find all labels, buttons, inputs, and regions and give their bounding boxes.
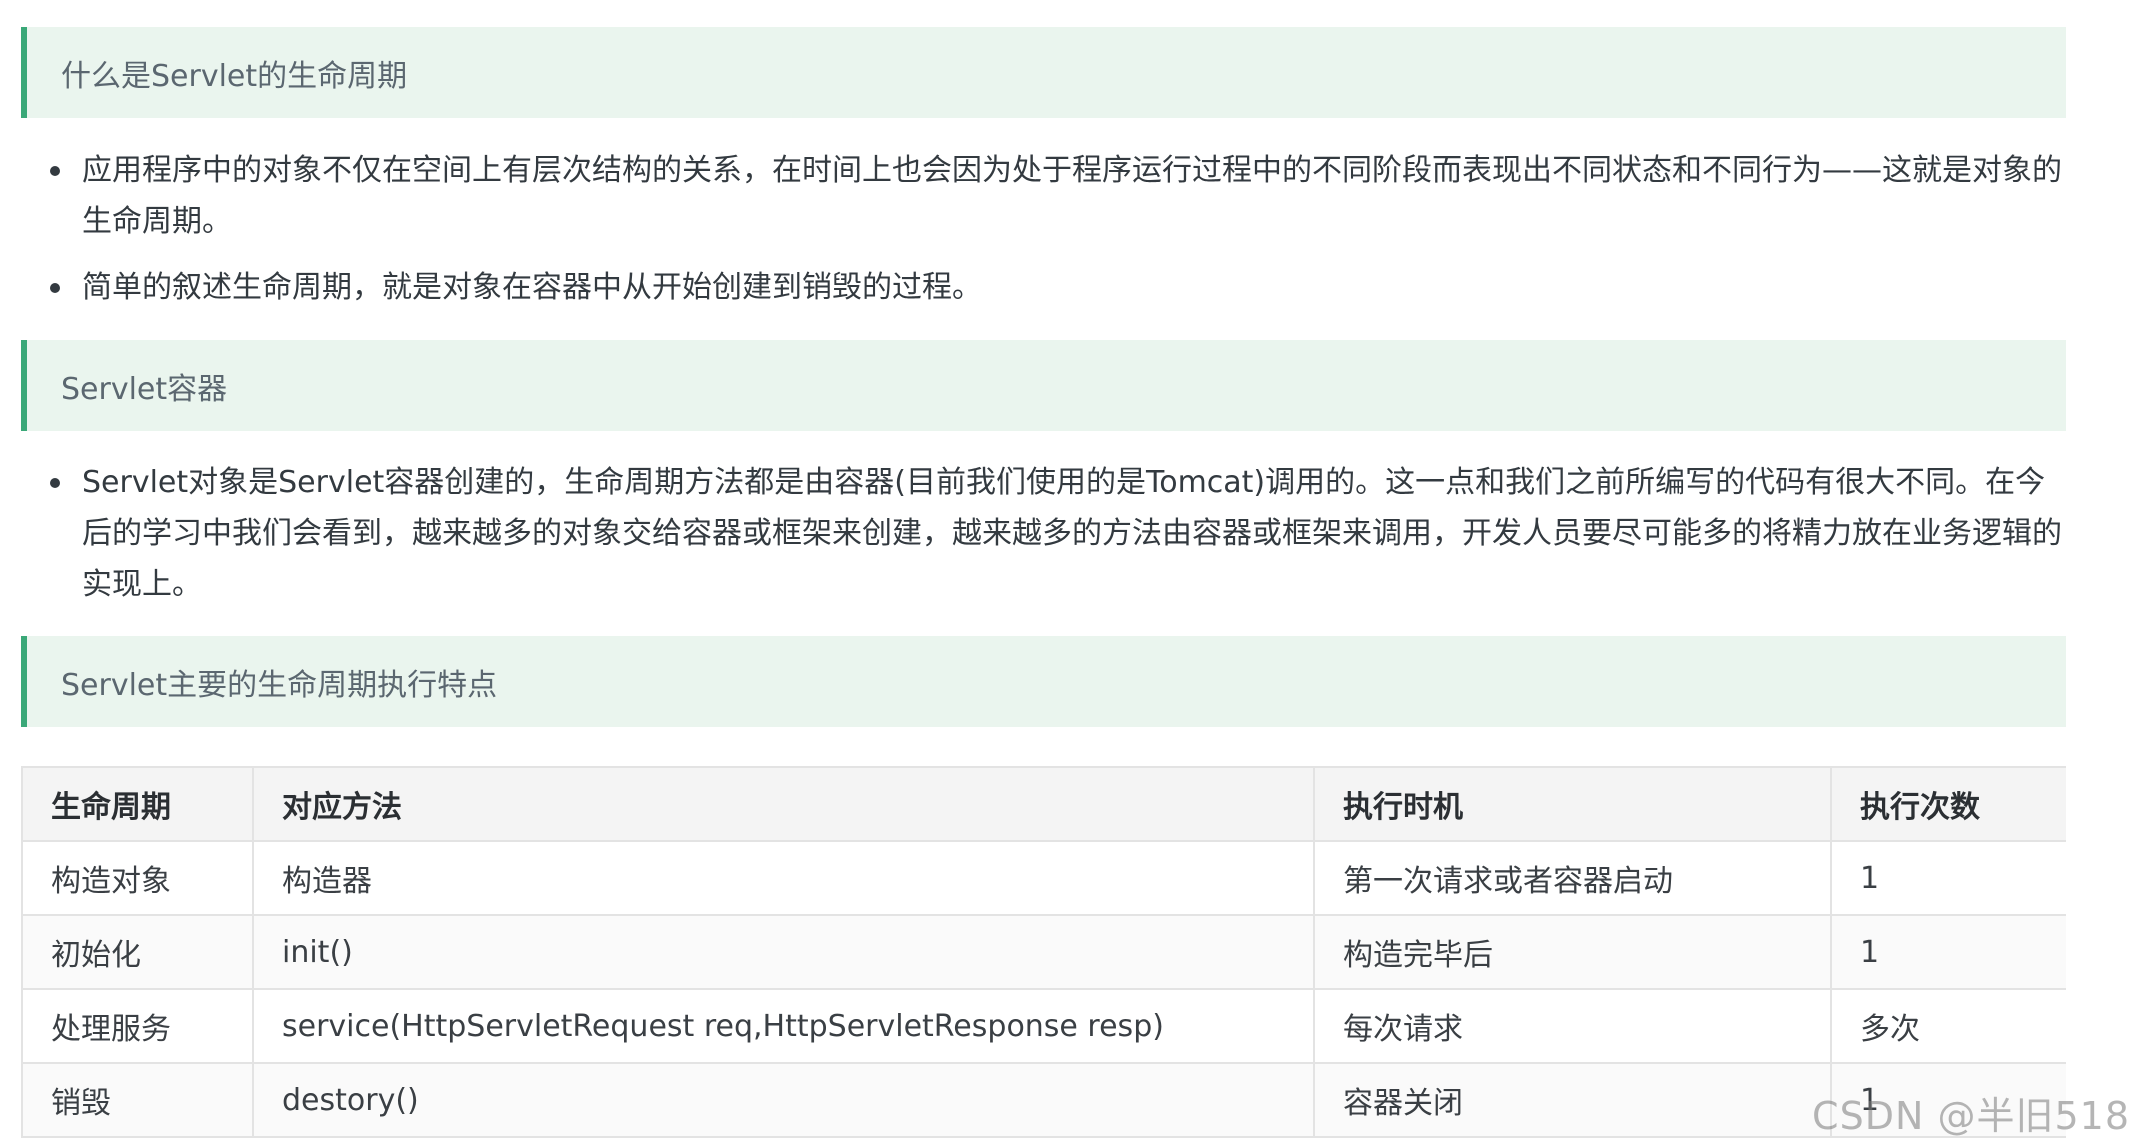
table-cell: 构造器 — [252, 840, 1315, 916]
column-header-count: 执行次数 — [1830, 766, 2066, 842]
bullet-list-lifecycle: 应用程序中的对象不仅在空间上有层次结构的关系，在时间上也会因为处于程序运行过程中… — [48, 145, 2068, 313]
watermark: CSDN @半旧518 — [1812, 1094, 2130, 1138]
list-item: Servlet对象是Servlet容器创建的，生命周期方法都是由容器(目前我们使… — [48, 457, 2068, 610]
section-heading-container: Servlet容器 — [21, 340, 2066, 431]
section-heading-text: Servlet主要的生命周期执行特点 — [61, 667, 498, 703]
table-row: 初始化 init() 构造完毕后 1 — [21, 914, 2066, 990]
table-cell: 1 — [1830, 840, 2066, 916]
table-cell: 1 — [1830, 914, 2066, 990]
lifecycle-table: 生命周期 对应方法 执行时机 执行次数 构造对象 构造器 第一次请求或者容器启动… — [21, 766, 2066, 1138]
table-cell: 每次请求 — [1313, 988, 1832, 1064]
table-cell: 销毁 — [21, 1062, 254, 1138]
section-heading-text: Servlet容器 — [61, 371, 228, 407]
section-heading-lifecycle: 什么是Servlet的生命周期 — [21, 27, 2066, 118]
table-cell: service(HttpServletRequest req,HttpServl… — [252, 988, 1315, 1064]
table-row: 销毁 destory() 容器关闭 1 — [21, 1062, 2066, 1138]
table-cell: 处理服务 — [21, 988, 254, 1064]
table-header-row: 生命周期 对应方法 执行时机 执行次数 — [21, 766, 2066, 842]
column-header-timing: 执行时机 — [1313, 766, 1832, 842]
table-cell: 容器关闭 — [1313, 1062, 1832, 1138]
list-item: 应用程序中的对象不仅在空间上有层次结构的关系，在时间上也会因为处于程序运行过程中… — [48, 145, 2068, 247]
document-page: 什么是Servlet的生命周期 应用程序中的对象不仅在空间上有层次结构的关系，在… — [0, 0, 2134, 1146]
lifecycle-table-wrapper: 生命周期 对应方法 执行时机 执行次数 构造对象 构造器 第一次请求或者容器启动… — [21, 766, 2066, 1146]
table-row: 处理服务 service(HttpServletRequest req,Http… — [21, 988, 2066, 1064]
table-cell: destory() — [252, 1062, 1315, 1138]
table-cell: 初始化 — [21, 914, 254, 990]
table-row: 构造对象 构造器 第一次请求或者容器启动 1 — [21, 840, 2066, 916]
table-cell: 第一次请求或者容器启动 — [1313, 840, 1832, 916]
table-cell: init() — [252, 914, 1315, 990]
list-item: 简单的叙述生命周期，就是对象在容器中从开始创建到销毁的过程。 — [48, 262, 2068, 313]
table-cell: 多次 — [1830, 988, 2066, 1064]
section-heading-features: Servlet主要的生命周期执行特点 — [21, 636, 2066, 727]
column-header-lifecycle: 生命周期 — [21, 766, 254, 842]
table-cell: 构造对象 — [21, 840, 254, 916]
bullet-list-container: Servlet对象是Servlet容器创建的，生命周期方法都是由容器(目前我们使… — [48, 457, 2068, 610]
table-cell: 构造完毕后 — [1313, 914, 1832, 990]
section-heading-text: 什么是Servlet的生命周期 — [61, 58, 408, 94]
column-header-method: 对应方法 — [252, 766, 1315, 842]
